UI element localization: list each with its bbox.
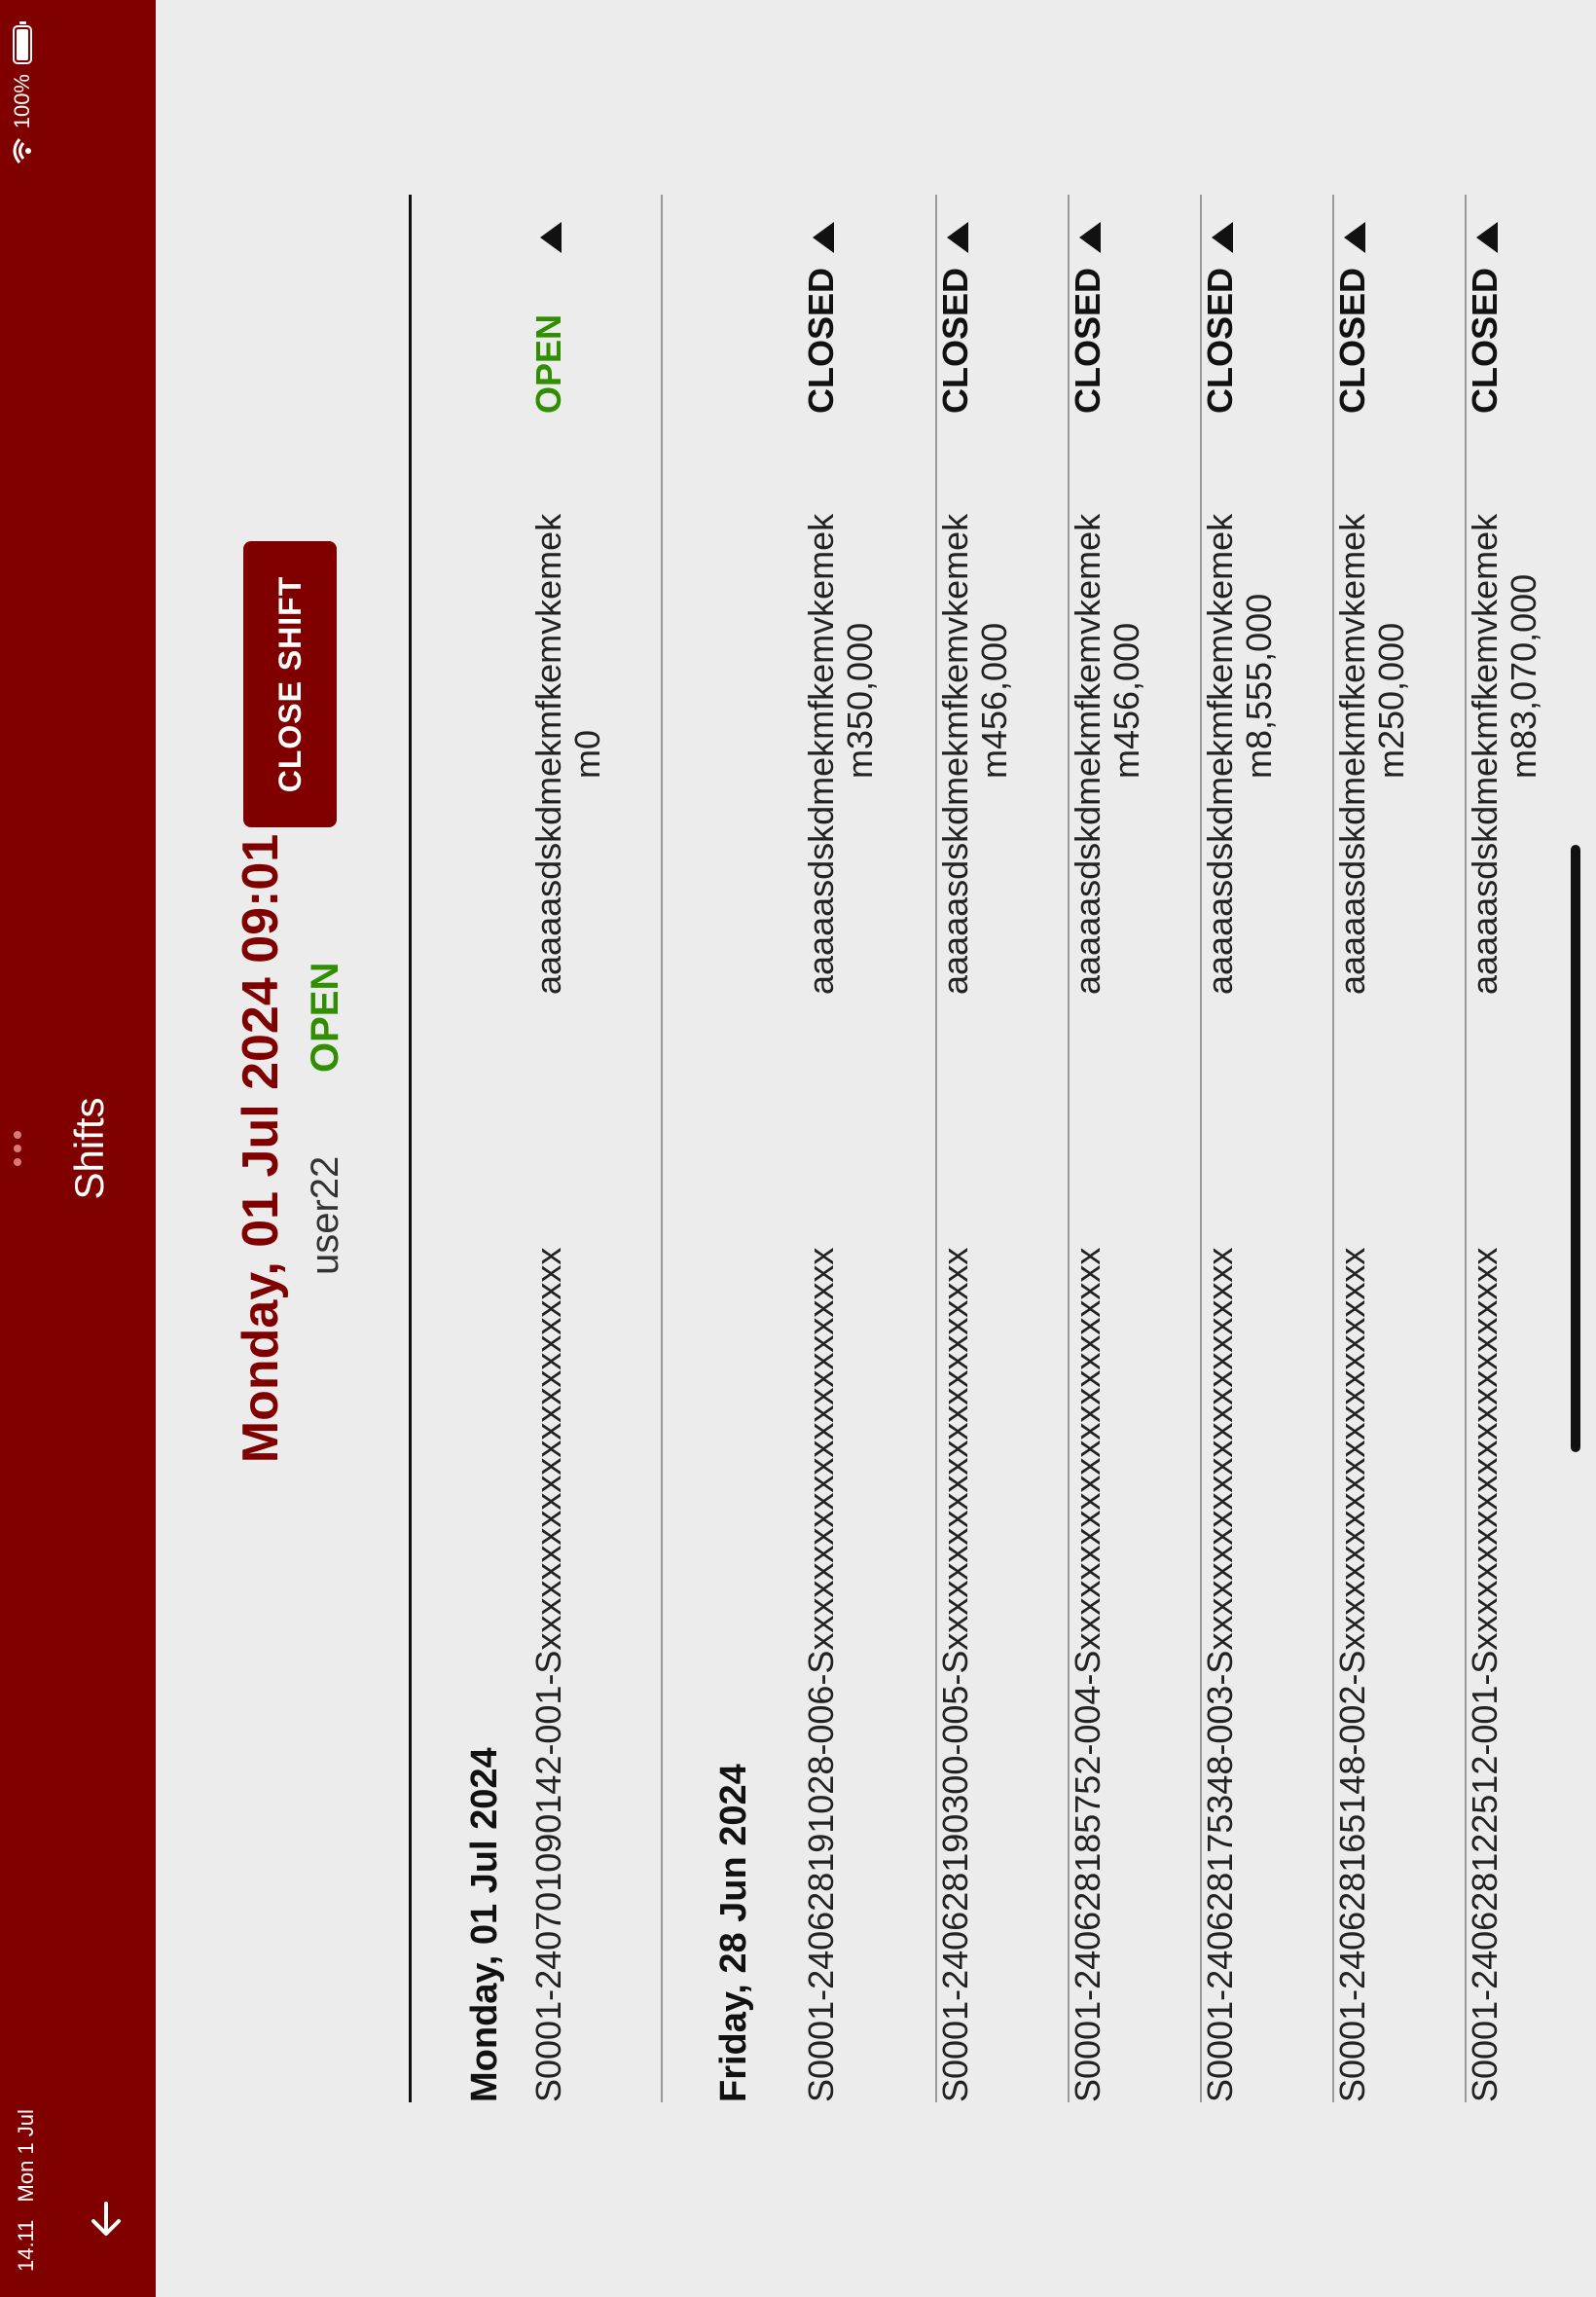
status-date: Mon 1 Jul — [14, 2109, 38, 2203]
shift-status: OPEN — [528, 313, 568, 414]
shift-amount: m350,000 — [840, 622, 880, 779]
status-clock: 14.11 — [14, 2219, 38, 2272]
chevron-icon[interactable] — [1344, 222, 1365, 253]
chevron-icon[interactable] — [947, 222, 968, 253]
current-shift-user: user22 — [304, 1155, 346, 1275]
shift-note: aaaaasdskdmekmfkemvkemek — [935, 513, 975, 995]
chevron-icon[interactable] — [540, 222, 562, 253]
shift-note: aaaaasdskdmekmfkemvkemek — [528, 513, 568, 995]
chevron-icon[interactable] — [813, 222, 834, 253]
shift-status: CLOSED — [935, 267, 975, 414]
shift-id: S0001-240701090142-001-Sxxxxxxxxxxxxxxxx… — [528, 1247, 568, 2102]
shift-row[interactable]: S0001-240628190300-005-Sxxxxxxxxxxxxxxxx… — [935, 195, 1070, 2102]
more-dots-icon[interactable] — [14, 1131, 21, 1166]
shift-amount: m456,000 — [974, 622, 1014, 779]
status-indicators: 100% — [10, 25, 35, 164]
status-time: 14.11 Mon 1 Jul — [14, 2109, 39, 2272]
shift-id: S0001-240628185752-004-Sxxxxxxxxxxxxxxxx… — [1068, 1247, 1107, 2102]
close-shift-button[interactable]: CLOSE SHIFT — [243, 541, 337, 827]
shift-id: S0001-240628122512-001-Sxxxxxxxxxxxxxxxx… — [1465, 1247, 1505, 2102]
app-bar: 14.11 Mon 1 Jul 100% Shifts — [0, 0, 156, 2297]
chevron-icon[interactable] — [1212, 222, 1233, 253]
shift-id: S0001-240628165148-002-Sxxxxxxxxxxxxxxxx… — [1332, 1247, 1372, 2102]
page-title: Shifts — [66, 1097, 112, 1200]
shift-row[interactable]: S0001-240628165148-002-Sxxxxxxxxxxxxxxxx… — [1332, 195, 1467, 2102]
shift-amount: m456,000 — [1106, 622, 1146, 779]
shift-row[interactable]: S0001-240628191028-006-Sxxxxxxxxxxxxxxxx… — [768, 195, 937, 2102]
shift-amount: m250,000 — [1371, 622, 1411, 779]
section-date-header: Monday, 01 Jul 2024 — [464, 1747, 505, 2102]
shift-list: Monday, 01 Jul 2024 S0001-240701090142-00… — [409, 195, 1596, 2102]
shift-status: CLOSED — [1200, 267, 1240, 414]
shift-row[interactable]: S0001-240628185752-004-Sxxxxxxxxxxxxxxxx… — [1068, 195, 1202, 2102]
shift-note: aaaaasdskdmekmfkemvkemek — [1332, 513, 1372, 995]
shift-id: S0001-240628175348-003-Sxxxxxxxxxxxxxxxx… — [1200, 1247, 1240, 2102]
shift-status: CLOSED — [1332, 267, 1372, 414]
shift-id: S0001-240628190300-005-Sxxxxxxxxxxxxxxxx… — [935, 1247, 975, 2102]
shift-note: aaaaasdskdmekmfkemvkemek — [1465, 513, 1505, 995]
shift-amount: m0 — [567, 729, 607, 779]
shift-status: CLOSED — [1465, 267, 1505, 414]
battery-icon — [13, 25, 32, 64]
shift-amount: m8,555,000 — [1239, 593, 1279, 779]
shift-status: CLOSED — [801, 267, 841, 414]
chevron-icon[interactable] — [1476, 222, 1498, 253]
shift-row[interactable]: S0001-240701090142-001-Sxxxxxxxxxxxxxxxx… — [519, 195, 663, 2102]
shift-note: aaaaasdskdmekmfkemvkemek — [801, 513, 841, 995]
shift-amount: m83,070,000 — [1504, 573, 1543, 779]
shift-status: CLOSED — [1068, 267, 1107, 414]
battery-percent: 100% — [10, 74, 34, 129]
current-shift-status: OPEN — [304, 962, 346, 1073]
section-date-header: Friday, 28 Jun 2024 — [713, 1764, 754, 2102]
shift-row[interactable]: S0001-240628175348-003-Sxxxxxxxxxxxxxxxx… — [1200, 195, 1334, 2102]
home-indicator[interactable] — [1571, 845, 1580, 1452]
shift-id: S0001-240628191028-006-Sxxxxxxxxxxxxxxxx… — [801, 1247, 841, 2102]
shift-note: aaaaasdskdmekmfkemvkemek — [1200, 513, 1240, 995]
shift-note: aaaaasdskdmekmfkemvkemek — [1068, 513, 1107, 995]
wifi-icon — [13, 138, 31, 164]
chevron-icon[interactable] — [1079, 222, 1101, 253]
current-shift-datetime: Monday, 01 Jul 2024 09:01 — [233, 833, 289, 1464]
screen: 14.11 Mon 1 Jul 100% Shifts Monday, 01 J… — [0, 0, 1596, 2297]
